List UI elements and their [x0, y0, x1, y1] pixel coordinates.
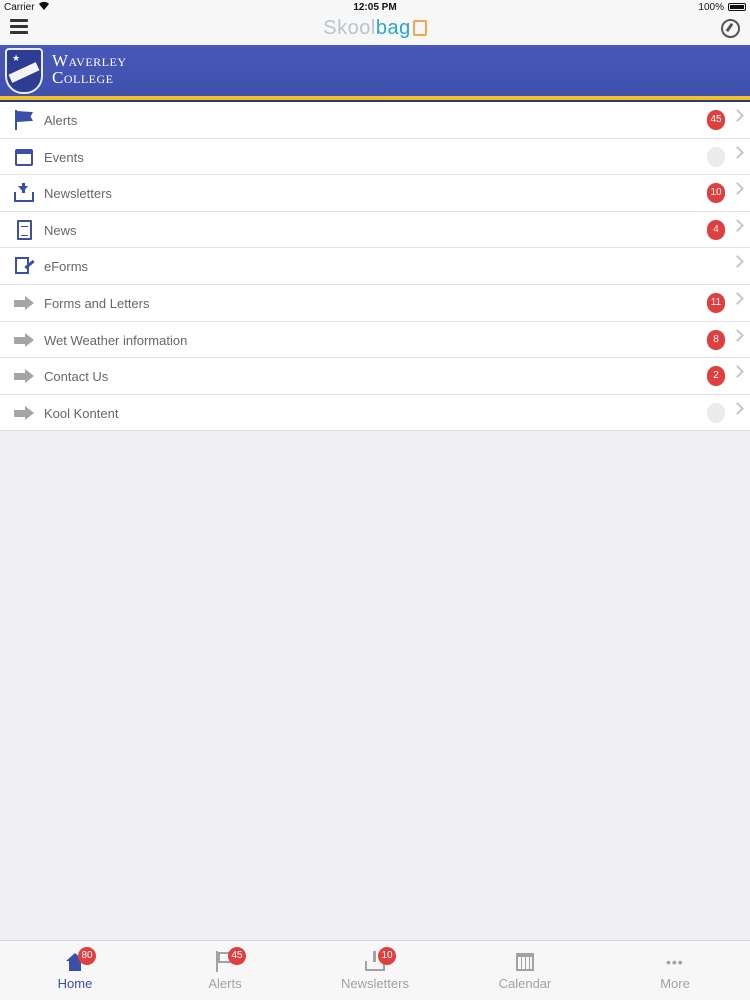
tab-alerts[interactable]: 45 Alerts: [150, 941, 300, 1000]
clock: 12:05 PM: [353, 2, 397, 13]
arrow-right-icon: [13, 330, 35, 350]
sync-icon[interactable]: [721, 19, 740, 38]
school-crest-icon: ★: [5, 48, 43, 94]
menu-item-label: eForms: [44, 259, 89, 275]
tab-label: Home: [57, 976, 93, 991]
arrow-right-icon: [13, 293, 35, 313]
tab-newsletters[interactable]: 10 Newsletters: [300, 941, 450, 1000]
count-badge: 10: [707, 183, 725, 204]
menu-item-label: Events: [44, 149, 84, 165]
more-dots-icon: •••: [666, 954, 684, 970]
count-badge: 11: [707, 292, 725, 313]
menu-item-label: Forms and Letters: [44, 295, 150, 311]
battery-percent: 100%: [698, 2, 724, 13]
skoolbag-logo: Skoolbag: [0, 17, 750, 40]
menu-item-label: Kool Kontent: [44, 405, 119, 421]
menu-item-label: Alerts: [44, 113, 78, 128]
menu-item-news[interactable]: News 4: [0, 212, 750, 249]
tab-badge: 10: [378, 947, 396, 965]
tab-badge: 80: [78, 947, 96, 965]
menu-item-label: News: [44, 222, 77, 238]
form-pen-icon: [13, 256, 35, 276]
tab-label: Newsletters: [341, 976, 409, 991]
chevron-right-icon: [731, 292, 744, 305]
menu-item-forms-and-letters[interactable]: Forms and Letters 11: [0, 285, 750, 322]
chevron-right-icon: [731, 109, 744, 122]
menu-item-wet-weather-information[interactable]: Wet Weather information 8: [0, 322, 750, 359]
document-icon: [13, 219, 35, 240]
chevron-right-icon: [731, 401, 744, 415]
tab-more[interactable]: ••• More: [600, 941, 750, 1000]
tab-label: Alerts: [208, 976, 242, 991]
status-bar: Carrier 12:05 PM 100%: [0, 0, 750, 14]
arrow-right-icon: [13, 366, 35, 386]
count-badge: 2: [707, 366, 725, 387]
tab-calendar[interactable]: Calendar: [450, 941, 600, 1000]
chevron-right-icon: [731, 365, 744, 379]
chevron-right-icon: [731, 328, 744, 342]
flag-icon: [13, 110, 35, 130]
menu-item-contact-us[interactable]: Contact Us 2: [0, 358, 750, 395]
menu-list: Alerts 45 Events Newsletters 10 News 4 e…: [0, 102, 750, 432]
tab-home[interactable]: 80 Home: [0, 941, 150, 1000]
inbox-download-icon: [13, 183, 35, 203]
school-name: Waverley College: [52, 51, 127, 87]
menu-item-eforms[interactable]: eForms: [0, 248, 750, 285]
tab-bar: 80 Home 45 Alerts 10 Newsletters Calenda…: [0, 940, 750, 1000]
menu-item-alerts[interactable]: Alerts 45: [0, 102, 750, 139]
menu-item-kool-kontent[interactable]: Kool Kontent: [0, 395, 750, 432]
arrow-right-icon: [13, 403, 35, 423]
tab-label: More: [660, 976, 690, 991]
tab-badge: 45: [228, 947, 246, 965]
calendar-icon: [13, 147, 35, 167]
menu-item-events[interactable]: Events: [0, 139, 750, 176]
chevron-right-icon: [731, 218, 744, 232]
book-icon: [412, 20, 427, 36]
menu-item-label: Wet Weather information: [44, 332, 188, 348]
count-badge: [707, 146, 725, 167]
calendar-icon: [514, 951, 536, 973]
nav-bar: Skoolbag: [0, 14, 750, 45]
chevron-right-icon: [731, 145, 744, 159]
menu-item-newsletters[interactable]: Newsletters 10: [0, 175, 750, 212]
menu-item-label: Contact Us: [44, 369, 109, 385]
count-badge: 45: [707, 110, 725, 130]
battery-icon: [728, 3, 746, 11]
count-badge: [707, 402, 725, 423]
tab-label: Calendar: [498, 976, 552, 991]
menu-item-label: Newsletters: [44, 186, 112, 202]
count-badge: 4: [707, 219, 725, 240]
chevron-right-icon: [731, 182, 744, 196]
school-banner: ★ Waverley College: [0, 45, 750, 103]
count-badge: 8: [707, 329, 725, 350]
chevron-right-icon: [731, 255, 744, 269]
